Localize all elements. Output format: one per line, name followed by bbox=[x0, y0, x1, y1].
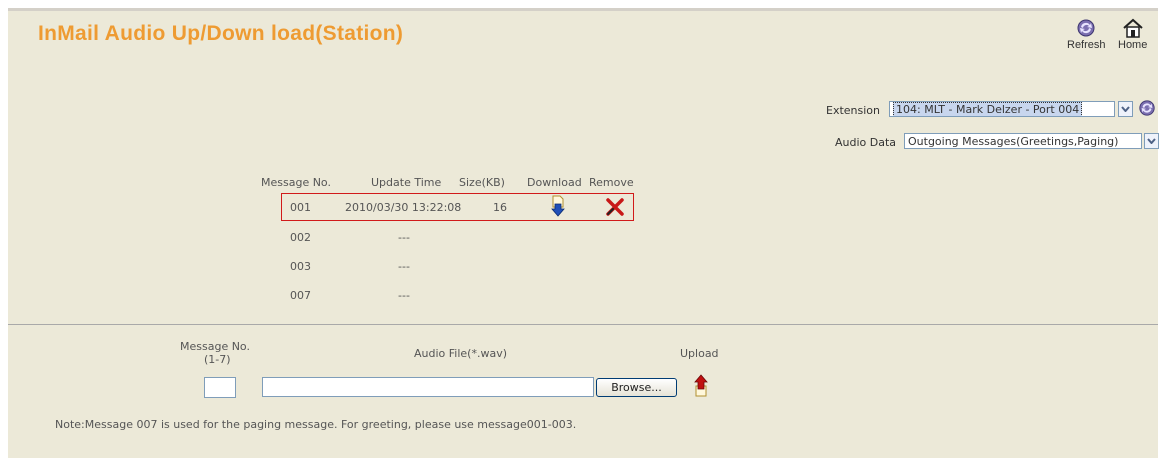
column-header-download: Download bbox=[527, 176, 582, 189]
column-header-size: Size(KB) bbox=[459, 176, 505, 189]
browse-button[interactable]: Browse... bbox=[596, 378, 677, 397]
update-time-cell: --- bbox=[398, 289, 410, 302]
column-header-message-no: Message No. bbox=[261, 176, 331, 189]
audio-file-input[interactable] bbox=[262, 377, 594, 397]
home-button[interactable]: Home bbox=[1118, 18, 1147, 51]
extension-label: Extension bbox=[826, 104, 881, 117]
refresh-label: Refresh bbox=[1067, 39, 1106, 51]
audio-data-dropdown-button[interactable] bbox=[1144, 133, 1159, 149]
message-no-input[interactable] bbox=[204, 377, 236, 398]
upload-button[interactable] bbox=[693, 374, 709, 402]
download-icon bbox=[551, 195, 565, 217]
refresh-icon bbox=[1077, 19, 1095, 37]
audio-data-select[interactable]: Outgoing Messages(Greetings,Paging) bbox=[904, 133, 1142, 149]
refresh-icon bbox=[1139, 100, 1155, 116]
message-no-cell: 002 bbox=[290, 231, 311, 244]
section-divider bbox=[8, 324, 1158, 325]
update-time-cell: --- bbox=[398, 231, 410, 244]
update-time-cell: 2010/03/30 13:22:08 bbox=[345, 201, 462, 214]
message-no-cell: 003 bbox=[290, 260, 311, 273]
upload-icon bbox=[694, 374, 708, 397]
column-header-update-time: Update Time bbox=[371, 176, 442, 189]
remove-icon bbox=[606, 198, 624, 216]
chevron-down-icon bbox=[1121, 106, 1130, 112]
audio-file-label: Audio File(*.wav) bbox=[414, 347, 507, 360]
extension-dropdown-button[interactable] bbox=[1118, 101, 1133, 117]
home-icon bbox=[1123, 18, 1143, 38]
extension-select-value: 104: MLT - Mark Delzer - Port 004 bbox=[893, 102, 1083, 116]
upload-message-no-range: (1-7) bbox=[204, 353, 231, 366]
size-cell: 16 bbox=[493, 201, 507, 214]
column-header-remove: Remove bbox=[589, 176, 634, 189]
message-no-cell: 001 bbox=[290, 201, 311, 214]
message-no-cell: 007 bbox=[290, 289, 311, 302]
refresh-button[interactable]: Refresh bbox=[1067, 18, 1106, 51]
update-time-cell: --- bbox=[398, 260, 410, 273]
audio-data-select-value: Outgoing Messages(Greetings,Paging) bbox=[908, 135, 1119, 148]
upload-label: Upload bbox=[680, 347, 719, 360]
extension-refresh-button[interactable] bbox=[1138, 99, 1156, 121]
audio-data-label: Audio Data bbox=[835, 136, 897, 149]
remove-button[interactable] bbox=[605, 197, 625, 221]
chevron-down-icon bbox=[1147, 138, 1156, 144]
home-label: Home bbox=[1118, 39, 1148, 51]
download-button[interactable] bbox=[550, 195, 566, 221]
extension-select[interactable]: 104: MLT - Mark Delzer - Port 004 bbox=[889, 101, 1115, 117]
page-title: InMail Audio Up/Down load(Station) bbox=[38, 22, 404, 45]
upload-message-no-label: Message No. bbox=[180, 340, 250, 353]
note-text: Note:Message 007 is used for the paging … bbox=[55, 418, 577, 431]
